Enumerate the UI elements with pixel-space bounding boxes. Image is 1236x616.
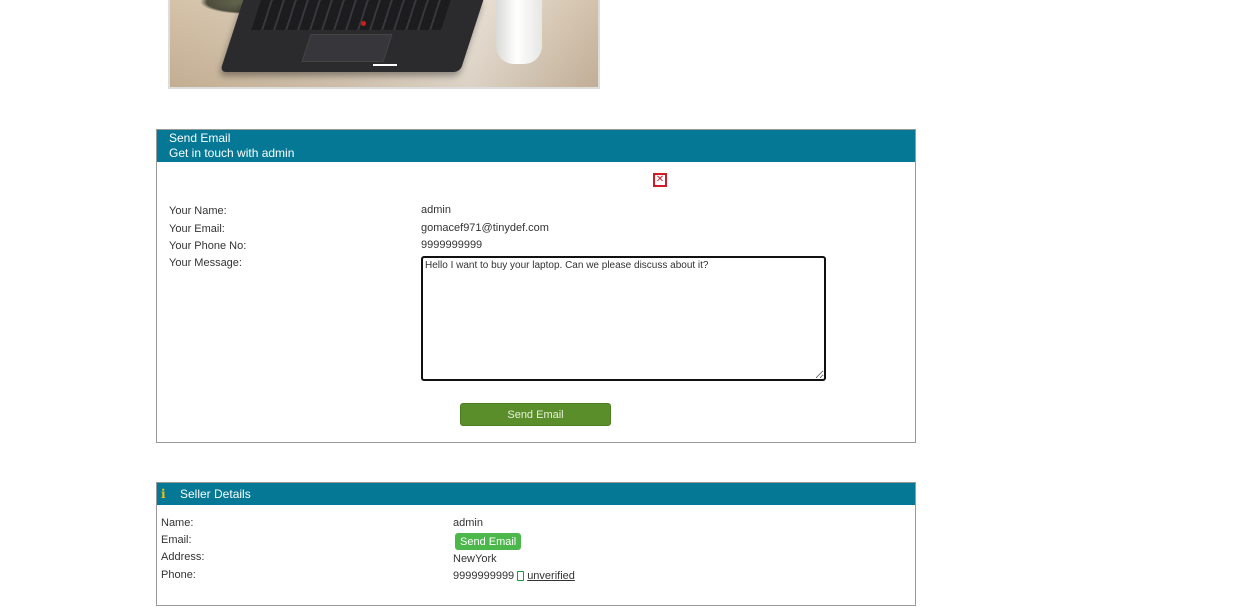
- seller-phone-value: 9999999999: [453, 570, 515, 582]
- carousel-indicator[interactable]: [373, 64, 397, 66]
- seller-details-panel: i Seller Details Name: admin Email: Send…: [156, 482, 916, 606]
- message-textarea[interactable]: Hello I want to buy your laptop. Can we …: [421, 256, 826, 381]
- your-name-value: admin: [421, 204, 451, 216]
- mug-image-detail: [496, 0, 542, 64]
- your-email-value: gomacef971@tinydef.com: [421, 222, 549, 234]
- seller-phone-row: 9999999999 unverified: [453, 570, 575, 582]
- send-email-button[interactable]: Send Email: [460, 403, 611, 426]
- seller-details-title: Seller Details: [180, 487, 251, 501]
- seller-send-email-button[interactable]: Send Email: [455, 533, 522, 550]
- send-email-header: Send Email Get in touch with admin: [157, 130, 915, 162]
- your-phone-label: Your Phone No:: [169, 240, 247, 252]
- panel-title: Send Email: [169, 131, 231, 145]
- seller-address-value: NewYork: [453, 553, 497, 565]
- close-icon[interactable]: ✕: [653, 173, 667, 187]
- panel-subtitle: Get in touch with admin: [169, 146, 295, 160]
- trackpad-image-detail: [301, 34, 393, 62]
- seller-name-value: admin: [453, 517, 483, 529]
- seller-address-label: Address:: [161, 551, 205, 563]
- product-image: [168, 0, 600, 89]
- your-phone-value: 9999999999: [421, 239, 483, 251]
- keyboard-image-detail: [251, 0, 451, 30]
- your-email-label: Your Email:: [169, 223, 225, 235]
- seller-name-label: Name:: [161, 517, 194, 529]
- send-email-panel: Send Email Get in touch with admin ✕ You…: [156, 129, 916, 443]
- seller-details-header: i Seller Details: [157, 483, 915, 505]
- your-name-label: Your Name:: [169, 205, 227, 217]
- seller-phone-label: Phone:: [161, 569, 196, 581]
- trackpoint-image-detail: [361, 21, 366, 26]
- info-icon: i: [161, 487, 166, 501]
- your-message-label: Your Message:: [169, 257, 242, 269]
- seller-email-label: Email:: [161, 534, 192, 546]
- phone-unverified-link[interactable]: unverified: [527, 570, 575, 582]
- phone-icon: [517, 571, 525, 581]
- page: Send Email Get in touch with admin ✕ You…: [0, 0, 1236, 616]
